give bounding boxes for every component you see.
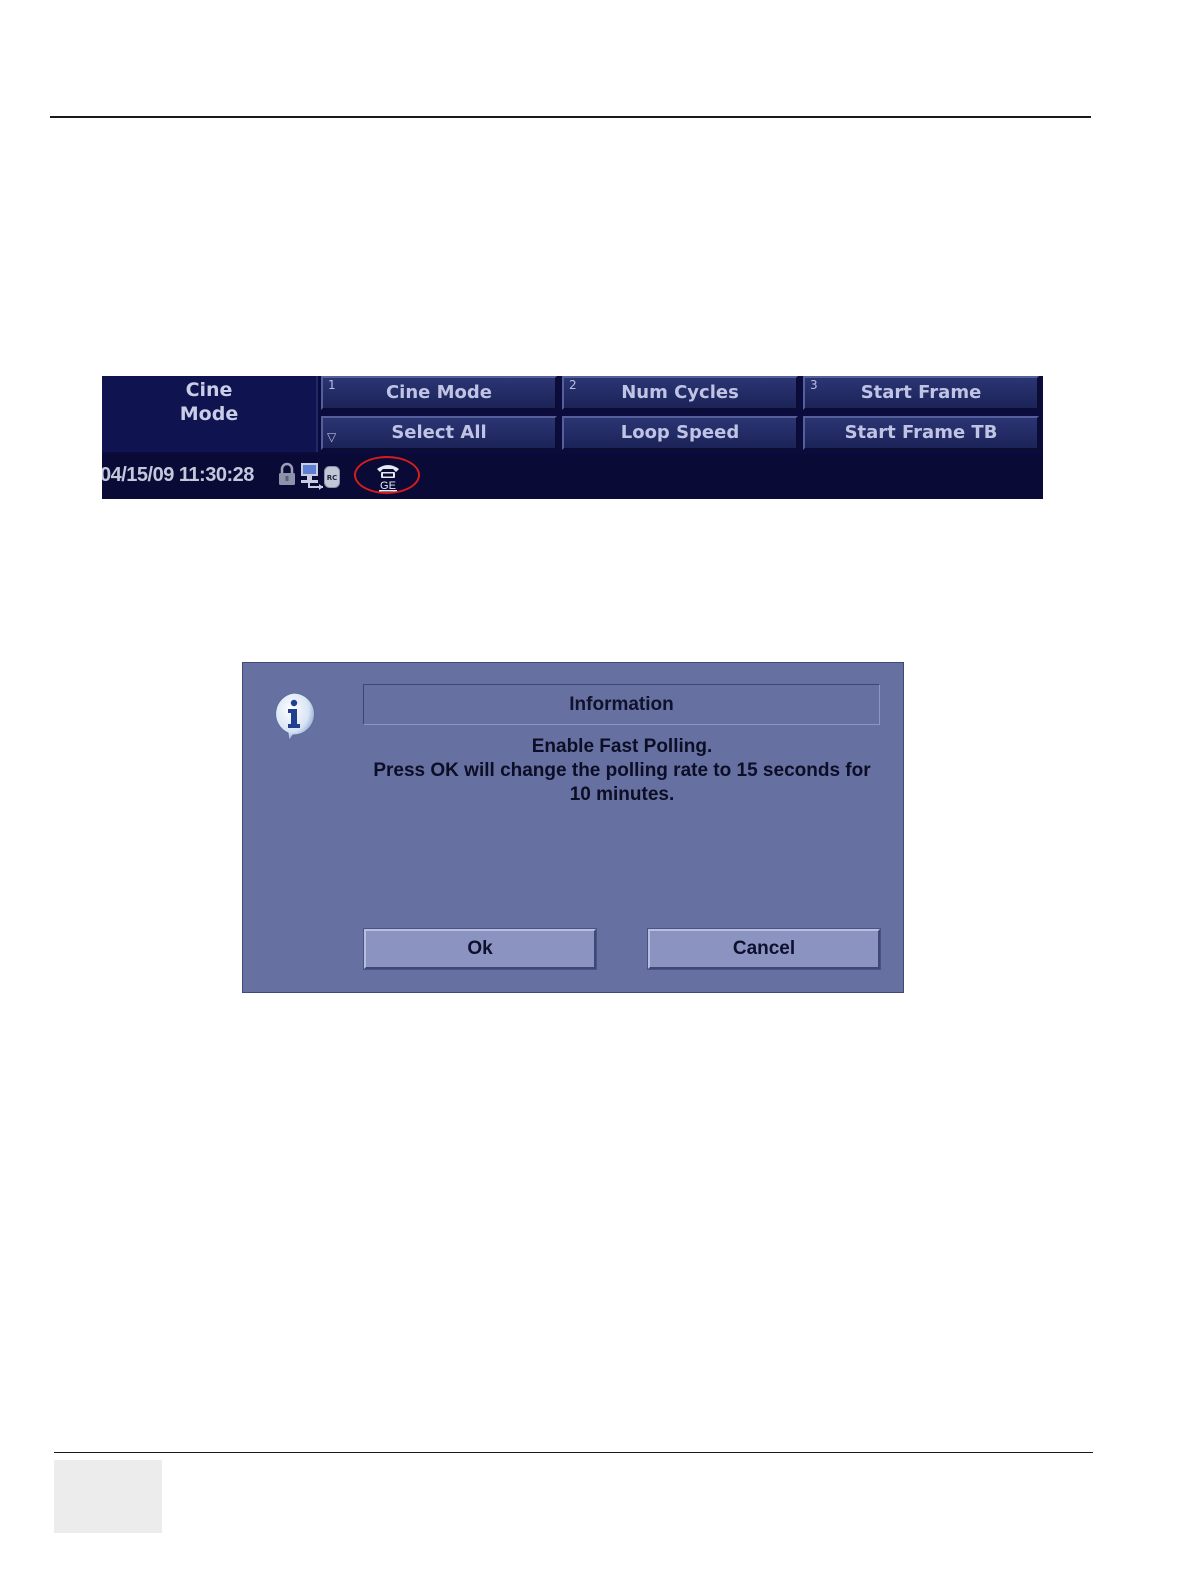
button-label: Select All <box>391 422 487 443</box>
start-frame-button[interactable]: 3 Start Frame <box>803 376 1039 410</box>
dialog-message: Enable Fast Polling. Press OK will chang… <box>353 735 891 807</box>
touch-panel: Cine Mode 1 Cine Mode 2 Num Cycles 3 Sta… <box>102 376 1043 499</box>
dialog-title: Information <box>363 684 880 725</box>
cancel-button[interactable]: Cancel <box>648 929 880 969</box>
button-label: Start Frame <box>860 382 982 403</box>
message-line-1: Enable Fast Polling. <box>531 736 713 757</box>
cine-mode-button[interactable]: 1 Cine Mode <box>321 376 557 410</box>
select-all-button[interactable]: ▽ Select All <box>321 416 557 450</box>
rc-badge-icon: RC <box>324 466 340 493</box>
rc-badge-label: RC <box>327 474 338 482</box>
info-icon <box>269 691 319 743</box>
information-dialog: Information Enable Fast Polling. Press O… <box>242 662 904 993</box>
header-rule <box>50 116 1091 118</box>
knob-icon: ▽ <box>327 430 337 444</box>
start-frame-tb-button[interactable]: Start Frame TB <box>803 416 1039 450</box>
loop-speed-button[interactable]: Loop Speed <box>562 416 798 450</box>
message-line-2: Press OK will change the polling rate to… <box>373 760 871 781</box>
network-icon[interactable] <box>299 462 325 495</box>
datetime: 04/15/09 11:30:28 <box>102 464 254 486</box>
num-cycles-button[interactable]: 2 Num Cycles <box>562 376 798 410</box>
button-label: Start Frame TB <box>844 422 998 443</box>
status-bar: 04/15/09 11:30:28 RC GE <box>102 454 1043 499</box>
mode-title: Cine Mode <box>102 376 318 452</box>
footer-box <box>54 1460 162 1533</box>
button-number: 2 <box>569 378 577 392</box>
lock-icon <box>278 462 296 491</box>
message-line-3: 10 minutes. <box>569 784 675 805</box>
button-label: Num Cycles <box>621 382 739 403</box>
mode-title-line1: Cine <box>185 379 233 401</box>
ok-button[interactable]: Ok <box>364 929 596 969</box>
button-label: Loop Speed <box>620 422 740 443</box>
footer-rule <box>54 1452 1093 1453</box>
mode-title-line2: Mode <box>179 403 239 425</box>
button-number: 1 <box>328 378 336 392</box>
button-number: 3 <box>810 378 818 392</box>
button-label: Cine Mode <box>385 382 493 403</box>
highlight-circle <box>354 456 420 494</box>
